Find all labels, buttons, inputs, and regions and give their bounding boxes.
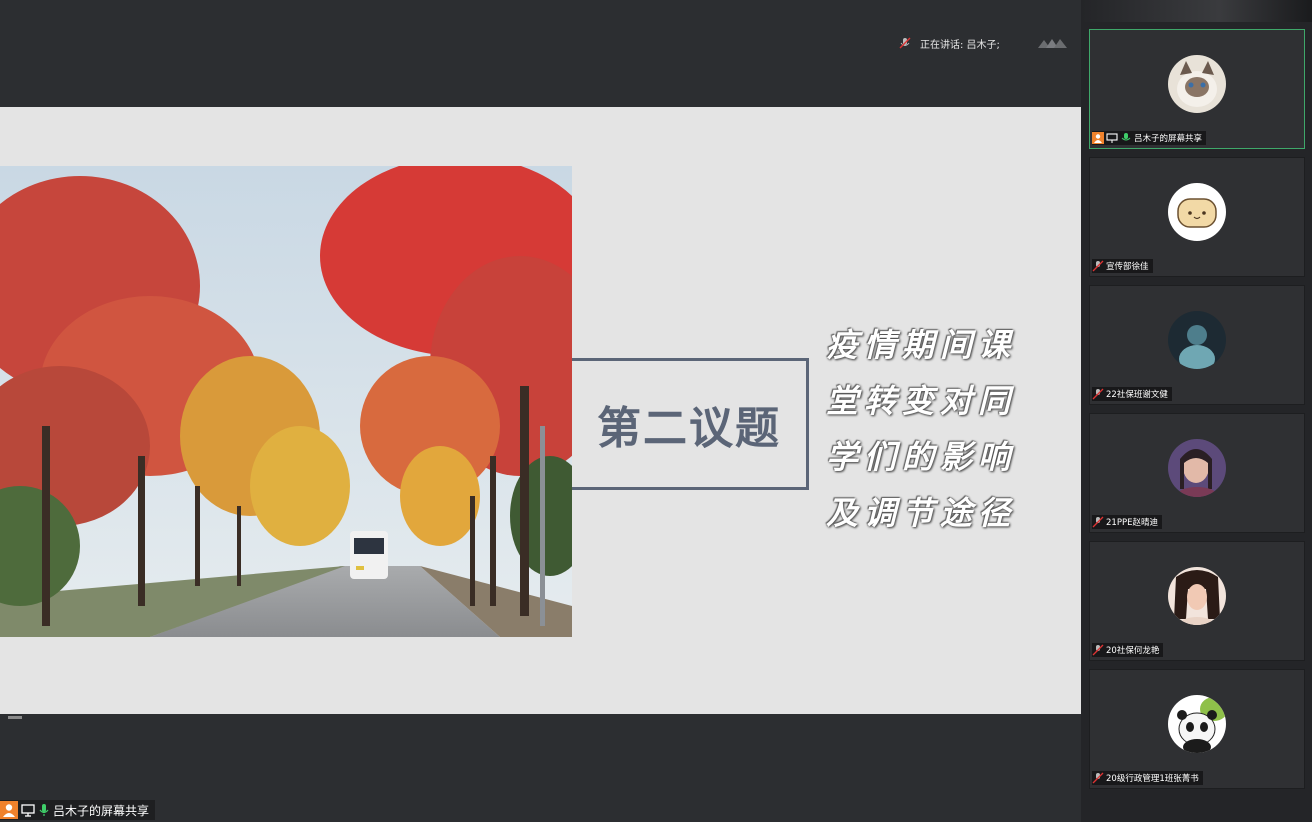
participant-namebar: 20社保何龙艳 <box>1092 643 1164 657</box>
topic-line: 堂转变对同 <box>826 382 1017 420</box>
participant-namebar: 吕木子的屏幕共享 <box>1092 131 1207 145</box>
muted-mic-icon <box>1092 388 1104 400</box>
shared-slide: 第二议题 疫情期间课 堂转变对同 学们的影响 及调节途径 <box>0 107 1081 714</box>
topic-title: 第二议题 <box>597 403 781 454</box>
participant-namebar: 22社保班谢文健 <box>1092 387 1172 401</box>
participant-name: 20社保何龙艳 <box>1106 646 1160 656</box>
participant-name: 21PPE赵晴迪 <box>1106 518 1158 528</box>
muted-mic-icon <box>1092 644 1104 656</box>
main-video-stage: 正在讲话: 吕木子; 第二议题 疫情期间课 堂转变对同 学们的影响 及调节途径 … <box>0 0 1081 822</box>
screen-share-icon <box>1106 133 1118 143</box>
topic-title-box: 第二议题 <box>572 358 809 490</box>
portrait-avatar <box>1168 567 1226 625</box>
sidebar-top-bar <box>1081 0 1312 22</box>
participant-tile[interactable]: 22社保班谢文健 <box>1089 285 1305 405</box>
mic-icon <box>39 804 49 816</box>
participant-sidebar: 吕木子的屏幕共享 宣传部徐佳 22社保班谢文健 21PPE赵晴迪 20社保何龙艳… <box>1081 0 1312 822</box>
panda-avatar <box>1168 695 1226 753</box>
participant-name: 20级行政管理1班张菁书 <box>1106 774 1199 784</box>
screen-share-label[interactable]: 吕木子的屏幕共享 <box>0 800 156 820</box>
topic-description: 疫情期间课 堂转变对同 学们的影响 及调节途径 <box>826 317 1066 541</box>
participant-namebar: 20级行政管理1班张菁书 <box>1092 771 1203 785</box>
participant-tile[interactable]: 20社保何龙艳 <box>1089 541 1305 661</box>
muted-mic-icon <box>1092 516 1104 528</box>
muted-mic-icon <box>1092 772 1104 784</box>
topic-line: 学们的影响 <box>826 438 1017 476</box>
screen-share-label-text: 吕木子的屏幕共享 <box>53 803 150 818</box>
participant-name: 吕木子的屏幕共享 <box>1134 134 1203 144</box>
portrait-avatar <box>1168 439 1226 497</box>
participant-namebar: 21PPE赵晴迪 <box>1092 515 1162 529</box>
user-icon <box>1092 132 1104 144</box>
speaking-indicator: 正在讲话: 吕木子; <box>898 34 1000 52</box>
autumn-road-photo <box>0 166 572 637</box>
topic-line: 疫情期间课 <box>826 326 1017 364</box>
speaking-label: 正在讲话: 吕木子; <box>920 39 1000 51</box>
user-icon <box>0 801 18 819</box>
participant-name: 22社保班谢文健 <box>1106 390 1168 400</box>
participant-namebar: 宣传部徐佳 <box>1092 259 1153 273</box>
participant-tile[interactable]: 宣传部徐佳 <box>1089 157 1305 277</box>
slide-scroll-marker <box>8 716 22 719</box>
participant-name: 宣传部徐佳 <box>1106 262 1149 272</box>
mic-icon <box>1121 133 1131 141</box>
bread-avatar <box>1168 183 1226 241</box>
participant-tile[interactable]: 21PPE赵晴迪 <box>1089 413 1305 533</box>
participant-tile[interactable]: 20级行政管理1班张菁书 <box>1089 669 1305 789</box>
topic-line: 及调节途径 <box>826 494 1017 532</box>
muted-mic-icon <box>899 37 911 49</box>
muted-mic-icon <box>1092 260 1104 272</box>
screen-share-icon <box>21 804 35 817</box>
network-signal-icon <box>1038 39 1067 48</box>
participant-tile[interactable]: 吕木子的屏幕共享 <box>1089 29 1305 149</box>
cat-avatar <box>1168 55 1226 113</box>
dark-photo-avatar <box>1168 311 1226 369</box>
